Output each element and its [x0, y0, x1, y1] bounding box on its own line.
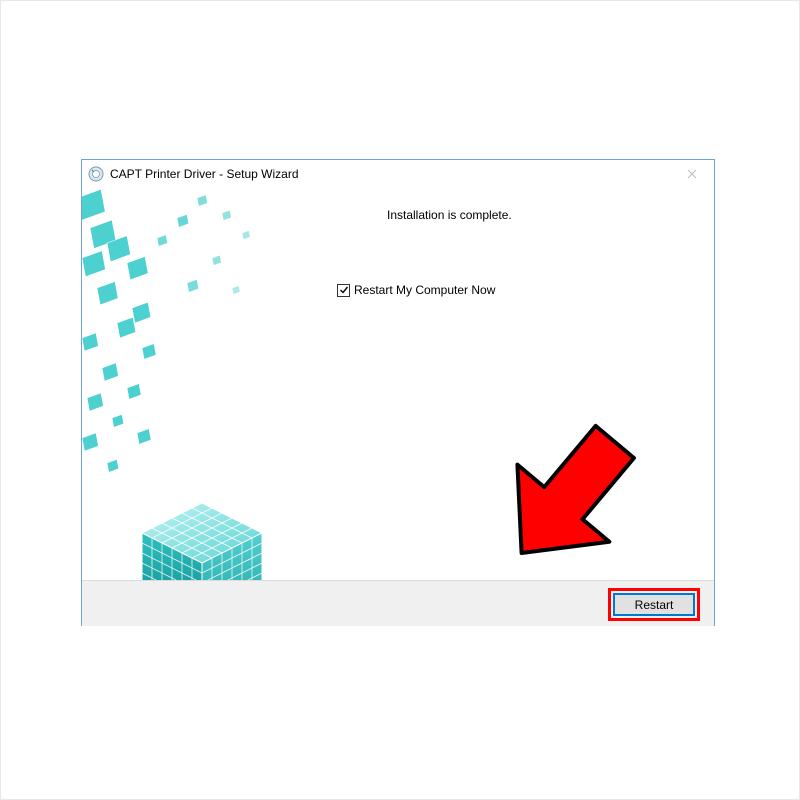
- setup-wizard-dialog: CAPT Printer Driver - Setup Wizard: [81, 159, 715, 626]
- restart-checkbox-label: Restart My Computer Now: [354, 283, 495, 297]
- close-button[interactable]: [674, 164, 710, 184]
- checkmark-icon: [339, 285, 349, 295]
- restart-button[interactable]: Restart: [613, 593, 695, 616]
- restart-checkbox[interactable]: [337, 284, 350, 297]
- content-area: Installation is complete. Restart My Com…: [82, 188, 714, 580]
- installer-icon: [88, 166, 104, 182]
- close-icon: [687, 166, 697, 182]
- button-bar: Restart: [82, 580, 714, 626]
- main-content: Installation is complete. Restart My Com…: [312, 188, 704, 580]
- titlebar[interactable]: CAPT Printer Driver - Setup Wizard: [82, 160, 714, 188]
- titlebar-title: CAPT Printer Driver - Setup Wizard: [110, 167, 299, 181]
- annotation-highlight-box: Restart: [608, 588, 700, 621]
- restart-checkbox-row[interactable]: Restart My Computer Now: [337, 283, 495, 297]
- wizard-sidebar-graphic: [82, 188, 297, 580]
- status-message: Installation is complete.: [387, 208, 512, 222]
